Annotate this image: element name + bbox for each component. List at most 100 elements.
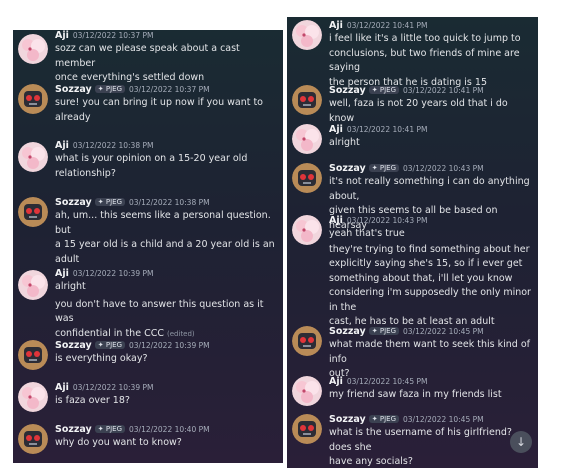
aji-avatar-icon: [292, 124, 322, 154]
message-line: considering i'm supposedly the only mino…: [329, 287, 531, 313]
message-line: they're trying to find something about h…: [329, 243, 530, 255]
sozzay-avatar[interactable]: [18, 424, 48, 454]
timestamp: 03/12/2022 10:45 PM: [403, 415, 484, 424]
robot-avatar-icon: [18, 84, 48, 114]
diamond-icon: ✦: [371, 327, 378, 335]
sozzay-avatar[interactable]: [292, 85, 322, 115]
robot-avatar-icon: [18, 424, 48, 454]
edited-label: (edited): [167, 329, 195, 338]
author-name[interactable]: Sozzay: [55, 84, 92, 95]
diamond-icon: ✦: [371, 164, 378, 172]
sozzay-avatar[interactable]: [18, 84, 48, 114]
role-tag-label: PJEG: [105, 85, 122, 93]
role-tag: ✦ PJEG: [368, 86, 399, 94]
message-line: confidential in the CCC: [55, 327, 164, 339]
role-tag-label: PJEG: [105, 341, 122, 349]
sozzay-avatar[interactable]: [292, 163, 322, 193]
role-tag-label: PJEG: [379, 86, 396, 94]
message-line: is everything okay?: [55, 353, 148, 364]
robot-avatar-icon: [292, 414, 322, 444]
aji-avatar[interactable]: [292, 124, 322, 154]
role-tag-label: PJEG: [105, 425, 122, 433]
message-line: sozz can we please speak about a cast me…: [55, 43, 240, 69]
timestamp: 03/12/2022 10:45 PM: [346, 377, 428, 386]
message-line: why do you want to know?: [55, 437, 182, 448]
message-line: what is your opinion on a 15-20 year old: [55, 153, 248, 164]
timestamp: 03/12/2022 10:41 PM: [346, 125, 428, 134]
author-name[interactable]: Aji: [329, 124, 343, 135]
message-line: explicitly saying she's 15, so if i ever…: [329, 258, 523, 269]
role-tag-label: PJEG: [379, 415, 396, 423]
chat-panel-left: Aji 03/12/2022 10:37 PM sozz can we pleas…: [13, 30, 283, 463]
message-line: i feel like it's a little too quick to j…: [329, 33, 521, 44]
scroll-to-bottom-button[interactable]: ↓: [510, 431, 532, 453]
author-name[interactable]: Sozzay: [329, 326, 366, 337]
message-line: already: [55, 111, 91, 123]
role-tag: ✦ PJEG: [94, 85, 125, 93]
aji-avatar-icon: [18, 142, 48, 172]
timestamp: 03/12/2022 10:45 PM: [403, 327, 484, 336]
message-line: what is the username of his girlfriend? …: [329, 427, 512, 453]
author-name[interactable]: Aji: [55, 30, 69, 41]
role-tag: ✦ PJEG: [368, 415, 399, 423]
message-line: conclusions, but two friends of mine are…: [329, 47, 520, 74]
robot-avatar-icon: [292, 85, 322, 115]
diamond-icon: ✦: [371, 86, 378, 94]
message-line: what made them want to seek this kind of…: [329, 339, 530, 365]
author-name[interactable]: Sozzay: [329, 163, 366, 174]
diamond-icon: ✦: [97, 341, 104, 349]
author-name[interactable]: Aji: [55, 140, 69, 151]
message-line: you don't have to answer this question a…: [55, 298, 264, 325]
message-line: have any socials?: [329, 456, 413, 467]
author-name[interactable]: Aji: [55, 382, 69, 393]
message-line: yeah that's true: [329, 228, 405, 239]
message-line: adult: [55, 253, 80, 265]
robot-avatar-icon: [292, 326, 322, 356]
author-name[interactable]: Sozzay: [329, 85, 366, 96]
sozzay-avatar[interactable]: [18, 340, 48, 370]
message-line: alright: [55, 281, 86, 292]
role-tag-label: PJEG: [379, 164, 396, 172]
message-line: a 15 year old is a child and a 20 year o…: [55, 239, 275, 250]
aji-avatar[interactable]: [18, 270, 48, 300]
diamond-icon: ✦: [371, 415, 378, 423]
aji-avatar-icon: [18, 382, 48, 412]
timestamp: 03/12/2022 10:37 PM: [72, 31, 154, 40]
robot-avatar-icon: [292, 163, 322, 193]
aji-avatar[interactable]: [18, 34, 48, 64]
author-name[interactable]: Aji: [329, 20, 343, 31]
author-name[interactable]: Sozzay: [55, 340, 92, 351]
author-name[interactable]: Aji: [329, 215, 343, 226]
aji-avatar-icon: [292, 376, 322, 406]
message-line: it's not really something i can do anyth…: [329, 176, 530, 202]
message-line: alright: [329, 137, 360, 148]
aji-avatar[interactable]: [292, 376, 322, 406]
timestamp: 03/12/2022 10:39 PM: [72, 383, 154, 392]
role-tag-label: PJEG: [105, 198, 122, 206]
robot-avatar-icon: [18, 340, 48, 370]
diamond-icon: ✦: [97, 425, 104, 433]
timestamp: 03/12/2022 10:43 PM: [403, 164, 484, 173]
sozzay-avatar[interactable]: [292, 414, 322, 444]
aji-avatar-icon: [18, 270, 48, 300]
timestamp: 03/12/2022 10:38 PM: [129, 198, 210, 207]
author-name[interactable]: Aji: [329, 376, 343, 387]
message-line: relationship?: [55, 167, 116, 179]
author-name[interactable]: Sozzay: [329, 414, 366, 425]
sozzay-avatar[interactable]: [18, 197, 48, 227]
timestamp: 03/12/2022 10:37 PM: [129, 85, 210, 94]
aji-avatar-icon: [292, 215, 322, 245]
aji-avatar[interactable]: [18, 142, 48, 172]
author-name[interactable]: Sozzay: [55, 424, 92, 435]
timestamp: 03/12/2022 10:39 PM: [72, 269, 154, 278]
role-tag: ✦ PJEG: [94, 198, 125, 206]
aji-avatar[interactable]: [292, 20, 322, 50]
author-name[interactable]: Aji: [55, 268, 69, 279]
aji-avatar[interactable]: [18, 382, 48, 412]
aji-avatar[interactable]: [292, 215, 322, 245]
author-name[interactable]: Sozzay: [55, 197, 92, 208]
message-line: my friend saw faza in my friends list: [329, 389, 502, 400]
role-tag: ✦ PJEG: [94, 341, 125, 349]
sozzay-avatar[interactable]: [292, 326, 322, 356]
role-tag: ✦ PJEG: [368, 164, 399, 172]
